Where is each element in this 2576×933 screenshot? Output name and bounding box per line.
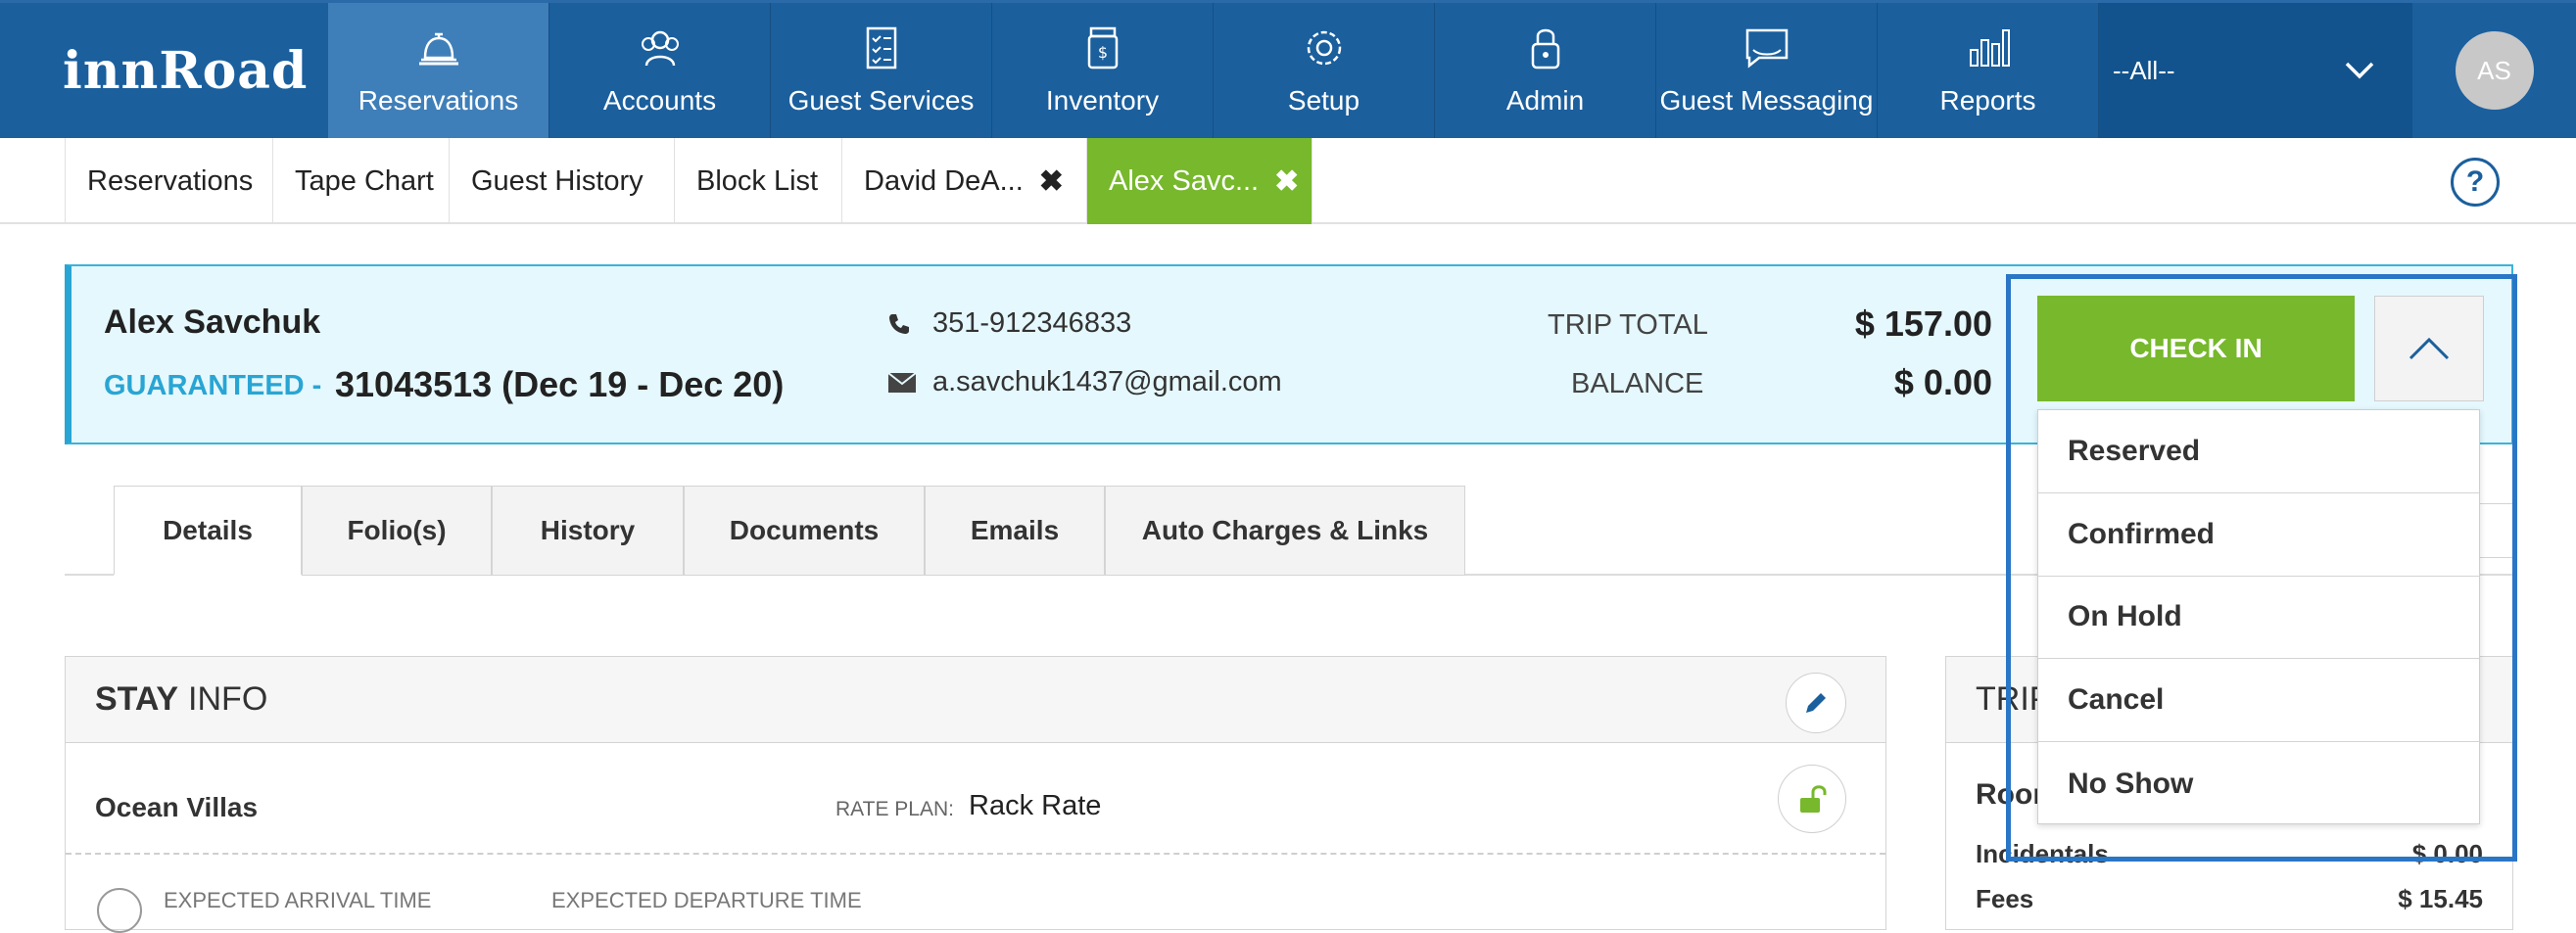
nav-label: Reports [1939, 85, 2036, 116]
nav-accounts[interactable]: Accounts [549, 3, 771, 138]
nav-guest-services[interactable]: Guest Services [771, 3, 992, 138]
property-select-value: --All-- [2113, 55, 2175, 85]
balance-label: BALANCE [1571, 368, 1704, 399]
envelope-icon [887, 371, 917, 393]
checklist-icon [866, 26, 896, 70]
status-option-reserved[interactable]: Reserved [2038, 410, 2479, 493]
tab-tape-chart[interactable]: Tape Chart [273, 138, 450, 224]
nav-label: Guest Services [787, 85, 975, 116]
unlock-icon [1800, 785, 1827, 813]
status-menu-toggle[interactable] [2374, 296, 2484, 401]
tab-alex-savc[interactable]: Alex Savc... ✖ [1087, 138, 1312, 224]
nav-reports[interactable]: Reports [1878, 3, 2099, 138]
guest-phone: 351-912346833 [887, 307, 1131, 340]
reservation-status: GUARANTEED - [104, 370, 322, 401]
tab-guest-history[interactable]: Guest History [450, 138, 675, 224]
nav-label: Admin [1505, 85, 1585, 116]
rate-plan-label: RATE PLAN: [835, 798, 954, 820]
room-class: Ocean Villas [95, 792, 259, 822]
fees-value: $ 15.45 [2398, 884, 2483, 913]
status-option-no-show[interactable]: No Show [2038, 742, 2479, 825]
nav-admin[interactable]: Admin [1435, 3, 1656, 138]
divider [66, 853, 1885, 855]
close-tab-icon[interactable]: ✖ [1274, 164, 1299, 199]
user-avatar[interactable]: AS [2455, 31, 2534, 110]
nav-reservations[interactable]: Reservations [328, 3, 549, 138]
nav-label: Reservations [358, 85, 519, 116]
edit-stay-button[interactable] [1786, 673, 1846, 733]
tab-details[interactable]: Details [114, 486, 302, 576]
status-option-confirmed[interactable]: Confirmed [2038, 493, 2479, 577]
jar-icon: $ [1087, 26, 1118, 70]
tab-history[interactable]: History [492, 486, 684, 576]
clock-icon [97, 888, 142, 933]
bell-icon [418, 32, 458, 66]
tab-auto-charges-links[interactable]: Auto Charges & Links [1105, 486, 1465, 576]
nav-inventory[interactable]: $ Inventory [992, 3, 1214, 138]
nav-label: Guest Messaging [1659, 85, 1874, 116]
incidentals-label: Incidentals [1976, 839, 2109, 868]
top-navigation: innRoad Reservations Accounts Guest Serv… [0, 0, 2576, 138]
chevron-up-icon [2409, 337, 2450, 360]
status-option-on-hold[interactable]: On Hold [2038, 577, 2479, 660]
tab-reservations[interactable]: Reservations [65, 138, 273, 224]
fees-label: Fees [1976, 884, 2034, 913]
stay-info-panel: STAY INFO Ocean Villas RATE PLAN: Rack Ra… [65, 656, 1886, 933]
reservation-number: 31043513 (Dec 19 - Dec 20) [335, 364, 785, 404]
phone-icon [889, 313, 909, 334]
rate-lock-button[interactable] [1778, 765, 1846, 833]
departure-time-label: EXPECTED DEPARTURE TIME [551, 888, 862, 912]
tab-block-list[interactable]: Block List [675, 138, 842, 224]
arrival-time-label: EXPECTED ARRIVAL TIME [164, 888, 432, 912]
help-icon[interactable]: ? [2451, 158, 2500, 207]
nav-setup[interactable]: Setup [1214, 3, 1435, 138]
status-option-cancel[interactable]: Cancel [2038, 659, 2479, 743]
people-icon [641, 30, 679, 67]
tab-folios[interactable]: Folio(s) [302, 486, 492, 576]
tab-emails[interactable]: Emails [925, 486, 1105, 576]
stay-info-header: STAY INFO [66, 657, 1885, 743]
nav-label: Accounts [602, 85, 717, 116]
property-select[interactable]: --All-- [2099, 3, 2412, 138]
tab-documents[interactable]: Documents [684, 486, 925, 576]
message-icon [1745, 28, 1788, 69]
guest-email: a.savchuk1437@gmail.com [887, 366, 1282, 398]
trip-total-value: $ 157.00 [1854, 303, 1992, 344]
svg-text:$: $ [1097, 43, 1107, 62]
check-in-button[interactable]: CHECK IN [2037, 296, 2355, 401]
nav-label: Setup [1287, 85, 1360, 116]
tab-bar: Reservations Tape Chart Guest History Bl… [0, 138, 2576, 224]
innroad-logo[interactable]: innRoad [0, 3, 328, 138]
gear-icon [1307, 30, 1341, 66]
nav-guest-messaging[interactable]: Guest Messaging [1656, 3, 1878, 138]
status-dropdown-menu: Reserved Confirmed On Hold Cancel No Sho… [2037, 409, 2480, 824]
bar-chart-icon [1969, 29, 2010, 67]
nav-label: Inventory [1045, 85, 1160, 116]
tab-david-dea[interactable]: David DeA... ✖ [842, 138, 1087, 224]
chevron-down-icon [2345, 62, 2374, 79]
pencil-icon [1806, 693, 1826, 713]
rate-plan-value: Rack Rate [969, 790, 1102, 821]
close-tab-icon[interactable]: ✖ [1039, 164, 1064, 199]
balance-value: $ 0.00 [1893, 362, 1992, 402]
lock-icon [1531, 28, 1559, 70]
trip-total-label: TRIP TOTAL [1548, 309, 1708, 341]
guest-name: Alex Savchuk [104, 303, 321, 341]
incidentals-value: $ 0.00 [2411, 839, 2483, 868]
